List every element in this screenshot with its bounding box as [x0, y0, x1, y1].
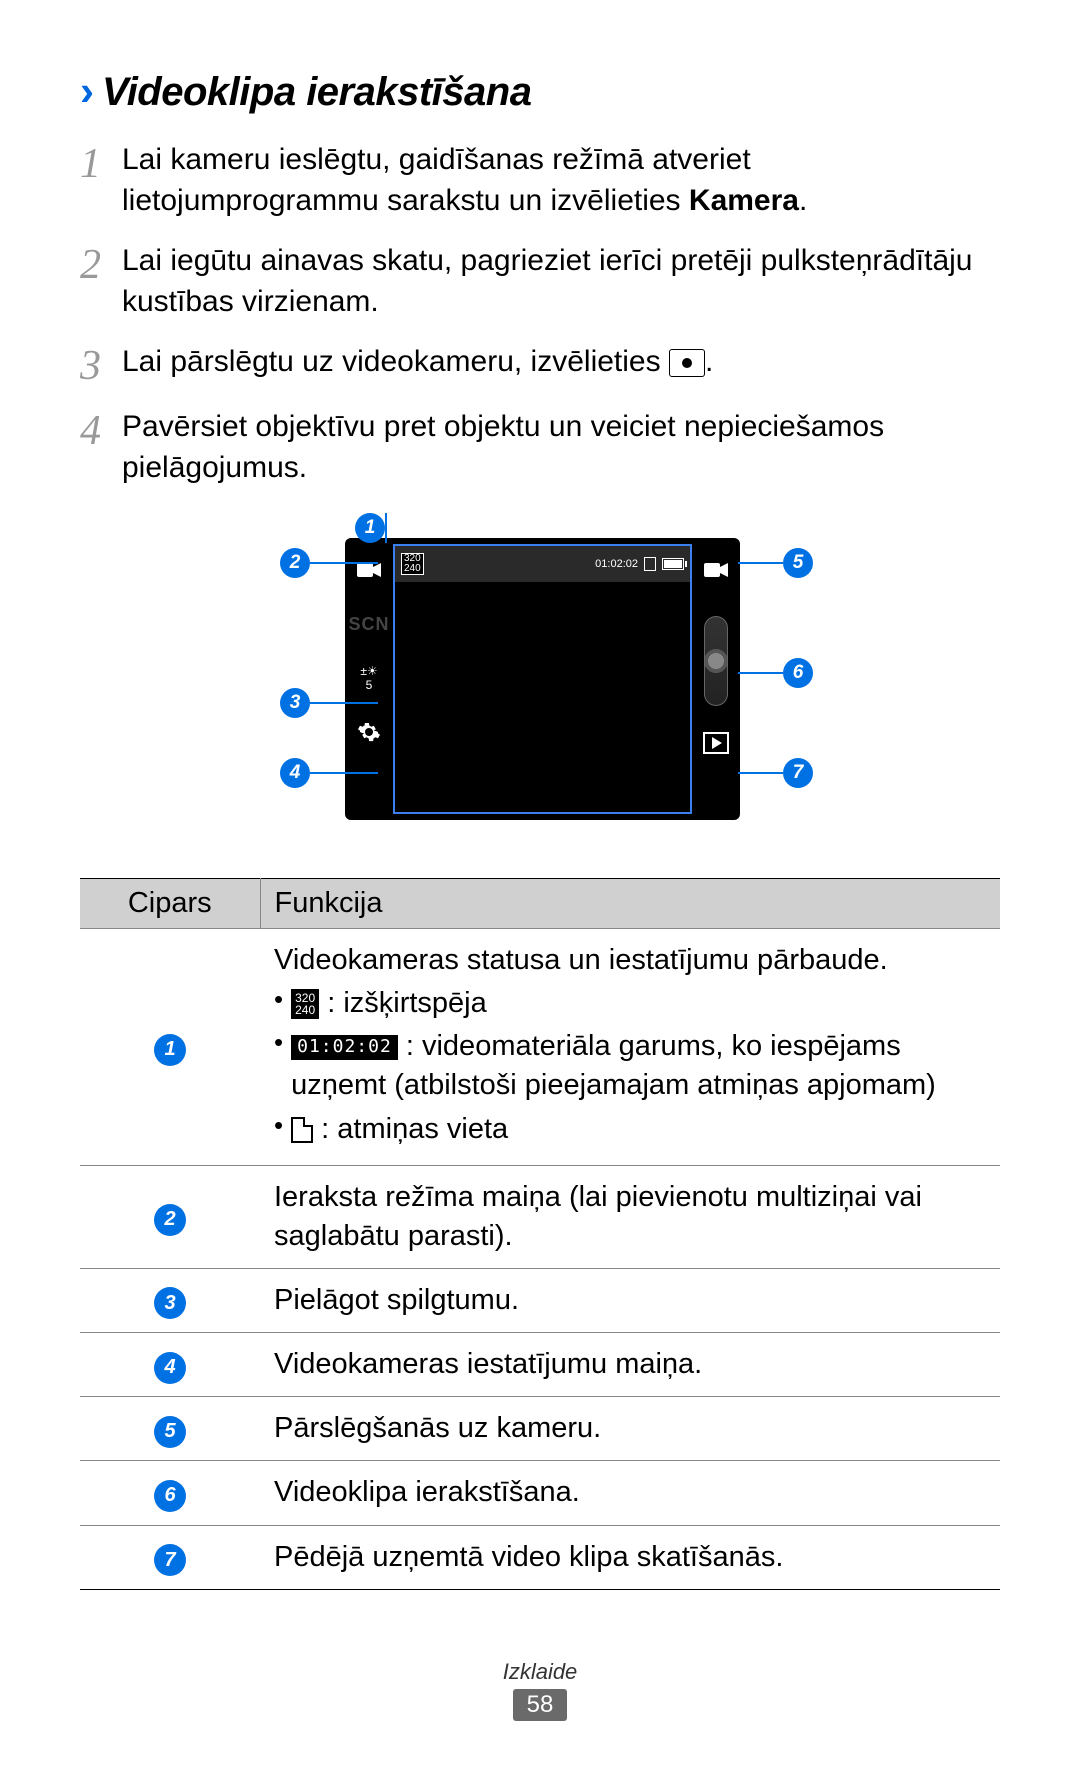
row-badge-5: 5 [154, 1416, 186, 1448]
switch-to-camera-icon [701, 556, 731, 584]
table-row: 2 Ieraksta režīma maiņa (lai pievienotu m… [80, 1165, 1000, 1268]
settings-gear-icon [354, 718, 384, 746]
bullet-resolution: 320 240 : izšķirtspēja [274, 984, 986, 1023]
camcorder-diagram: SCN ±☀ 5 320 240 01:02:02 [80, 513, 1000, 843]
callout-6: 6 [738, 658, 813, 688]
footer-section: Izklaide [0, 1659, 1080, 1685]
status-bar: 320 240 01:02:02 [395, 546, 690, 582]
row-badge-2: 2 [154, 1204, 186, 1236]
step-4: 4 Pavērsiet objektīvu pret objektu un ve… [80, 407, 1000, 488]
camera-switch-icon [669, 349, 705, 377]
row-text: Videoklipa ierakstīšana. [260, 1461, 1000, 1525]
step-text: Lai kameru ieslēgtu, gaidīšanas režīmā a… [122, 140, 1000, 221]
heading-text: Videoklipa ierakstīšana [102, 70, 531, 115]
callout-2: 2 [280, 548, 378, 578]
row-badge-7: 7 [154, 1544, 186, 1576]
row-text: Pārslēgšanās uz kameru. [260, 1397, 1000, 1461]
callout-1: 1 [355, 513, 387, 543]
scn-label: SCN [354, 610, 384, 638]
step-number: 4 [80, 407, 122, 488]
table-header-function: Funkcija [260, 879, 1000, 929]
row-badge-6: 6 [154, 1480, 186, 1512]
table-header-number: Cipars [80, 879, 260, 929]
resolution-badge: 320 240 [401, 553, 424, 575]
chevron-right-icon: › [80, 70, 94, 112]
page-number: 58 [513, 1689, 568, 1721]
row-text: Ieraksta režīma maiņa (lai pievienotu mu… [260, 1165, 1000, 1268]
time-remaining: 01:02:02 [595, 558, 638, 570]
row-text: Pēdējā uzņemtā video klipa skatīšanās. [260, 1525, 1000, 1589]
step-number: 2 [80, 241, 122, 322]
bullet-duration: 01:02:02 : videomateriāla garums, ko ies… [274, 1027, 986, 1105]
step-text: Pavērsiet objektīvu pret objektu un veic… [122, 407, 1000, 488]
table-row: 5 Pārslēgšanās uz kameru. [80, 1397, 1000, 1461]
callout-3: 3 [280, 688, 378, 718]
time-mini-icon: 01:02:02 [291, 1035, 398, 1059]
step-1: 1 Lai kameru ieslēgtu, gaidīšanas režīmā… [80, 140, 1000, 221]
callout-5: 5 [738, 548, 813, 578]
step-number: 1 [80, 140, 122, 221]
row-badge-3: 3 [154, 1287, 186, 1319]
step-2: 2 Lai iegūtu ainavas skatu, pagrieziet i… [80, 241, 1000, 322]
battery-icon [662, 558, 684, 570]
storage-mini-icon [291, 1117, 313, 1143]
table-row: 6 Videoklipa ierakstīšana. [80, 1461, 1000, 1525]
step-text: Lai iegūtu ainavas skatu, pagrieziet ier… [122, 241, 1000, 322]
playback-icon [703, 732, 729, 754]
row-badge-1: 1 [154, 1034, 186, 1066]
table-row: 4 Videokameras iestatījumu maiņa. [80, 1333, 1000, 1397]
record-slider [704, 616, 728, 706]
right-toolbar [692, 538, 740, 820]
table-row: 7 Pēdējā uzņemtā video klipa skatīšanās. [80, 1525, 1000, 1589]
row-text: Pielāgot spilgtumu. [260, 1268, 1000, 1332]
resolution-mini-icon: 320 240 [291, 989, 319, 1019]
viewfinder: 320 240 01:02:02 [393, 544, 692, 814]
step-number: 3 [80, 342, 122, 387]
row-badge-4: 4 [154, 1352, 186, 1384]
step-3: 3 Lai pārslēgtu uz videokameru, izvēliet… [80, 342, 1000, 387]
row-text: Videokameras iestatījumu maiņa. [260, 1333, 1000, 1397]
table-row: 1 Videokameras statusa un iestatījumu pā… [80, 929, 1000, 1166]
function-table: Cipars Funkcija 1 Videokameras statusa u… [80, 878, 1000, 1590]
row-intro: Videokameras statusa un iestatījumu pārb… [274, 941, 986, 980]
section-heading: › Videoklipa ierakstīšana [80, 70, 1000, 115]
callout-4: 4 [280, 758, 378, 788]
page-footer: Izklaide 58 [0, 1659, 1080, 1721]
step-text: Lai pārslēgtu uz videokameru, izvēlietie… [122, 342, 1000, 387]
bullet-storage: : atmiņas vieta [274, 1110, 986, 1149]
phone-mockup: SCN ±☀ 5 320 240 01:02:02 [345, 538, 740, 820]
storage-icon [644, 557, 656, 571]
callout-7: 7 [738, 758, 813, 788]
table-row: 3 Pielāgot spilgtumu. [80, 1268, 1000, 1332]
